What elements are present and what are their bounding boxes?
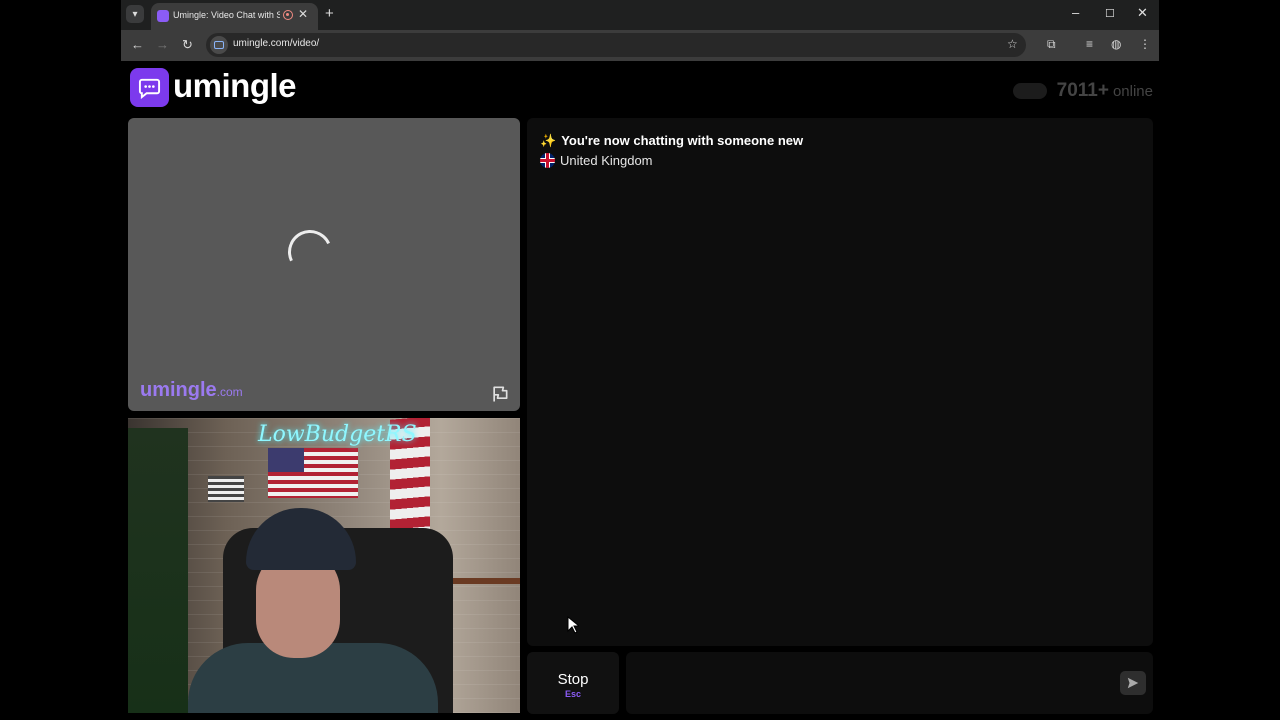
stop-button[interactable]: Stop Esc [527, 652, 619, 714]
uk-flag-icon [540, 153, 555, 168]
neon-sign: LowBudgetRS [258, 422, 417, 447]
online-count: 7011+ [1056, 80, 1109, 101]
page-content: umingle 7011+ online umingle.com LowBudg… [121, 61, 1159, 720]
us-flag-image [268, 448, 358, 498]
address-bar[interactable]: umingle.com/video/ ☆ [206, 33, 1026, 57]
send-icon [1127, 677, 1139, 689]
watermark-suffix: .com [216, 385, 243, 399]
message-input[interactable] [626, 652, 1153, 714]
browser-toolbar: ← → ↻ umingle.com/video/ ☆ ⧉ ≡ ◍ ⋮ [121, 30, 1159, 61]
browser-tab-active[interactable]: Umingle: Video Chat with S ✕ [151, 3, 318, 30]
christmas-tree-image [128, 428, 188, 713]
tab-title: Umingle: Video Chat with S [173, 10, 280, 20]
forward-button[interactable]: → [156, 37, 169, 52]
tab-close-button[interactable]: ✕ [298, 7, 308, 21]
online-toggle[interactable] [1012, 83, 1047, 99]
tab-strip: ▾ Umingle: Video Chat with S ✕ + – ☐ ✕ [121, 0, 1159, 30]
watermark-main: umingle [140, 379, 217, 401]
browser-window: ▾ Umingle: Video Chat with S ✕ + – ☐ ✕ ←… [121, 0, 1159, 720]
back-button[interactable]: ← [131, 37, 144, 52]
chrome-menu-button[interactable]: ⋮ [1139, 37, 1151, 51]
chat-status-message: ✨ You're now chatting with someone new [540, 133, 803, 149]
chat-log: ✨ You're now chatting with someone new Un… [527, 118, 1153, 646]
maximize-button[interactable]: ☐ [1105, 7, 1115, 20]
report-flag-icon[interactable] [490, 384, 510, 404]
tab-search-button[interactable]: ▾ [126, 5, 144, 23]
logo-icon[interactable] [130, 68, 169, 107]
sparkle-icon: ✨ [540, 133, 557, 148]
stranger-country: United Kingdom [540, 153, 653, 168]
extensions-icon[interactable]: ⧉ [1047, 37, 1056, 52]
send-button[interactable] [1120, 671, 1146, 695]
logo-text[interactable]: umingle [173, 67, 297, 105]
video-watermark: umingle.com [140, 379, 243, 402]
country-name: United Kingdom [560, 153, 653, 168]
favicon-icon [157, 10, 169, 22]
loading-spinner-icon [281, 223, 339, 281]
chevron-down-icon: ▾ [132, 8, 138, 20]
media-control-icon[interactable]: ≡ [1086, 37, 1093, 51]
stop-label: Stop [557, 671, 589, 688]
status-text: You're now chatting with someone new [561, 133, 804, 148]
mouse-cursor-icon [567, 616, 579, 634]
stop-shortcut-hint: Esc [564, 689, 581, 699]
online-counter: 7011+ online [1012, 80, 1153, 102]
url-text: umingle.com/video/ [233, 38, 320, 49]
minimize-button[interactable]: – [1072, 5, 1079, 20]
reload-button[interactable]: ↻ [182, 37, 193, 53]
bookmark-star-icon[interactable]: ☆ [1007, 37, 1018, 51]
close-window-button[interactable]: ✕ [1137, 5, 1148, 21]
self-video: LowBudgetRS [128, 418, 520, 713]
site-info-icon[interactable] [210, 36, 228, 54]
profile-icon[interactable]: ◍ [1111, 37, 1121, 51]
stranger-video: umingle.com [128, 118, 520, 411]
online-label: online [1112, 83, 1153, 100]
new-tab-button[interactable]: + [325, 5, 334, 22]
small-flag-image [208, 476, 244, 502]
recording-icon [283, 10, 293, 20]
